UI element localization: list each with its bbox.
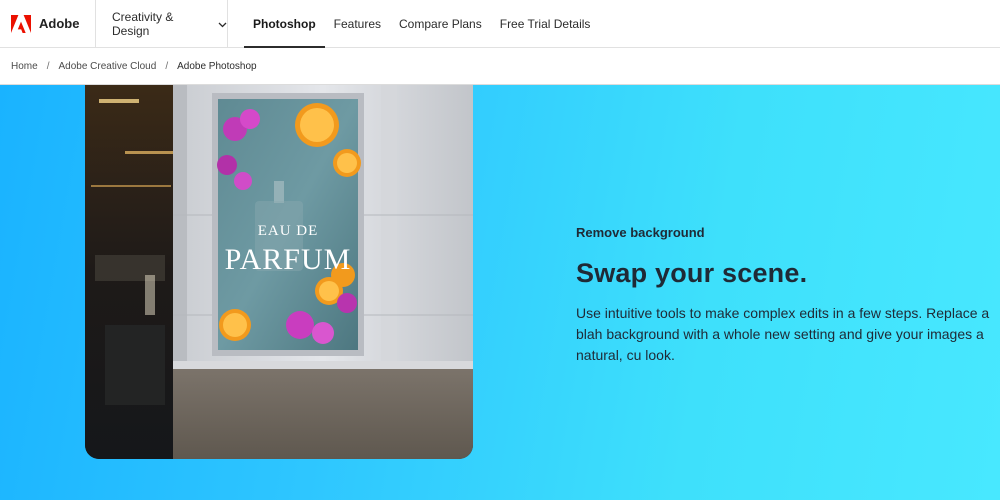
breadcrumb-creative-cloud[interactable]: Adobe Creative Cloud bbox=[58, 61, 156, 72]
hero-copy: Remove background Swap your scene. Use i… bbox=[576, 225, 1000, 366]
breadcrumb-current-page: Adobe Photoshop bbox=[177, 60, 257, 72]
hero-image: EAU DE PARFUM bbox=[85, 85, 473, 459]
breadcrumb: Home / Adobe Creative Cloud / Adobe Phot… bbox=[0, 48, 1000, 85]
hero-body: Use intuitive tools to make complex edit… bbox=[576, 305, 990, 363]
brand-name: Adobe bbox=[39, 16, 80, 31]
hero-section: EAU DE PARFUM Remove background Swap you… bbox=[0, 85, 1000, 500]
global-nav: Adobe Creativity & Design Photoshop Feat… bbox=[0, 0, 1000, 48]
chevron-down-icon bbox=[218, 17, 227, 31]
nav-link-compare-plans[interactable]: Compare Plans bbox=[390, 0, 491, 47]
product-nav: Photoshop Features Compare Plans Free Tr… bbox=[228, 0, 600, 48]
nav-link-free-trial-details[interactable]: Free Trial Details bbox=[491, 0, 600, 47]
hero-eyebrow: Remove background bbox=[576, 225, 705, 240]
adobe-home-link[interactable]: Adobe bbox=[0, 0, 96, 47]
hero-headline: Swap your scene. bbox=[576, 258, 808, 288]
creativity-design-menu[interactable]: Creativity & Design bbox=[96, 0, 228, 47]
poster-text-bottom: PARFUM bbox=[225, 243, 352, 276]
breadcrumb-separator: / bbox=[46, 60, 50, 72]
creativity-design-label: Creativity & Design bbox=[112, 9, 174, 38]
poster-text-top: EAU DE bbox=[258, 223, 319, 239]
nav-link-photoshop[interactable]: Photoshop bbox=[244, 0, 325, 48]
breadcrumb-home[interactable]: Home bbox=[11, 61, 38, 72]
adobe-logo-icon bbox=[11, 14, 31, 33]
nav-link-features[interactable]: Features bbox=[325, 0, 390, 47]
breadcrumb-separator: / bbox=[165, 60, 169, 72]
